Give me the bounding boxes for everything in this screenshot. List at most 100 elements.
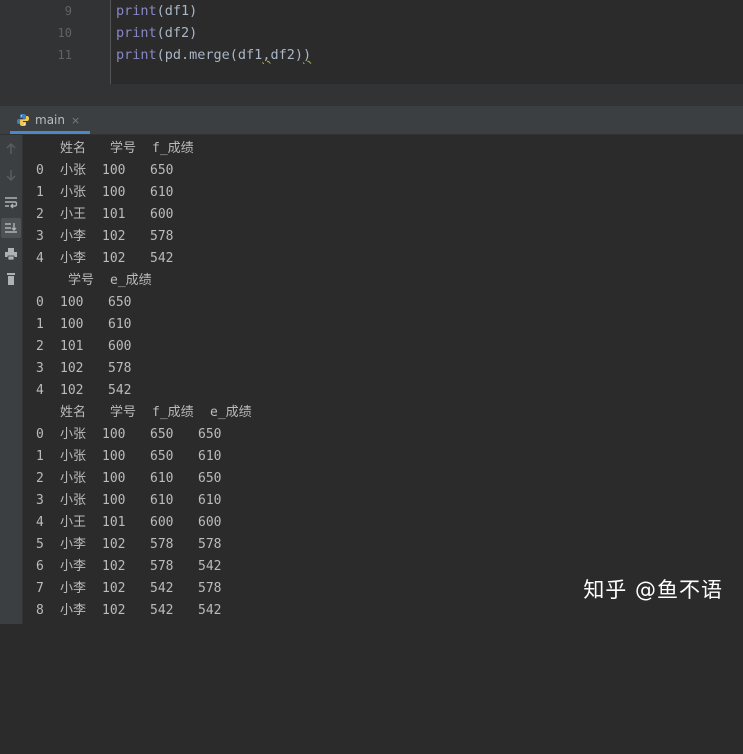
cell: 100: [60, 295, 84, 310]
print-icon[interactable]: [1, 244, 21, 264]
column-header: 姓名: [60, 405, 87, 420]
table-row: 0 100 650: [23, 292, 131, 314]
active-tab-indicator: [10, 131, 90, 134]
down-arrow-icon[interactable]: [1, 165, 21, 185]
table-row: 1 100 610: [23, 314, 131, 336]
cell: 102: [102, 603, 126, 618]
cell: 600: [150, 515, 174, 530]
row-index: 1: [36, 185, 44, 200]
cell: 102: [102, 229, 126, 244]
table-header-row: 学号 e_成绩: [23, 270, 152, 292]
cell: 542: [198, 603, 222, 618]
cell: 102: [102, 581, 126, 596]
cell: 101: [102, 207, 126, 222]
cell: 小王: [60, 515, 87, 530]
table-row: 4 102 542: [23, 380, 131, 402]
cell: 100: [102, 427, 126, 442]
python-icon: [17, 114, 29, 126]
row-index: 1: [36, 317, 44, 332]
cell: 小张: [60, 493, 87, 508]
row-index: 4: [36, 515, 44, 530]
cell: 小李: [60, 229, 87, 244]
close-icon[interactable]: ×: [71, 114, 80, 127]
trash-icon[interactable]: [1, 269, 21, 289]
soft-wrap-icon[interactable]: [1, 192, 21, 212]
table-row: 3 小李 102 578: [23, 226, 173, 248]
cell: 100: [102, 449, 126, 464]
cell: 600: [108, 339, 132, 354]
cell: 610: [150, 493, 174, 508]
up-arrow-icon[interactable]: [1, 139, 21, 159]
watermark: 知乎 @鱼不语: [583, 578, 723, 602]
tab-main[interactable]: main ×: [10, 106, 90, 134]
column-header: e_成绩: [210, 405, 252, 420]
column-header: 学号: [110, 405, 137, 420]
column-header: e_成绩: [110, 273, 152, 288]
cell: 578: [198, 581, 222, 596]
cell: 610: [198, 493, 222, 508]
cell: 610: [150, 185, 174, 200]
cell: 102: [102, 537, 126, 552]
cell: 小李: [60, 251, 87, 266]
editor-left-strip: [0, 0, 51, 106]
cell: 578: [150, 559, 174, 574]
table-row: 3 102 578: [23, 358, 131, 380]
table-row: 4 小李 102 542: [23, 248, 173, 270]
line-number: 9: [64, 4, 72, 18]
cell: 650: [108, 295, 132, 310]
column-header: 学号: [110, 141, 137, 156]
console-output[interactable]: 姓名 学号 f_成绩 0 小张 100 650 1 小张 100 610 2 小…: [23, 135, 743, 624]
row-index: 3: [36, 493, 44, 508]
table-row: 8 小李 102 542 542: [23, 600, 221, 622]
row-index: 2: [36, 471, 44, 486]
cell: 102: [60, 361, 84, 376]
cell: 578: [198, 537, 222, 552]
row-index: 0: [36, 427, 44, 442]
table-header-row: 姓名 学号 f_成绩: [23, 138, 194, 160]
cell: 578: [108, 361, 132, 376]
cell: 650: [198, 471, 222, 486]
code-area[interactable]: [111, 0, 743, 84]
cell: 102: [60, 383, 84, 398]
table-row: 7 小李 102 542 578: [23, 578, 221, 600]
line-number: 11: [57, 48, 72, 62]
cell: 578: [150, 537, 174, 552]
table-row: 4 小王 101 600 600: [23, 512, 221, 534]
row-index: 0: [36, 163, 44, 178]
code-line[interactable]: print(df1): [116, 0, 197, 22]
row-index: 2: [36, 339, 44, 354]
cell: 610: [198, 449, 222, 464]
cell: 100: [102, 163, 126, 178]
code-line[interactable]: print(df2): [116, 22, 197, 44]
cell: 650: [150, 427, 174, 442]
row-index: 4: [36, 251, 44, 266]
row-index: 3: [36, 229, 44, 244]
cell: 542: [150, 581, 174, 596]
cell: 小张: [60, 471, 87, 486]
table-row: 3 小张 100 610 610: [23, 490, 221, 512]
row-index: 6: [36, 559, 44, 574]
cell: 小李: [60, 581, 87, 596]
scroll-to-end-icon[interactable]: [1, 218, 21, 238]
cell: 542: [108, 383, 132, 398]
cell: 101: [102, 515, 126, 530]
table-row: 0 小张 100 650: [23, 160, 173, 182]
editor-bottom-area: [51, 84, 743, 106]
cell: 610: [108, 317, 132, 332]
code-line[interactable]: print(pd.merge(df1,df2)): [116, 44, 311, 66]
row-index: 5: [36, 537, 44, 552]
table-row: 5 小李 102 578 578: [23, 534, 221, 556]
row-index: 1: [36, 449, 44, 464]
cell: 100: [102, 185, 126, 200]
cell: 542: [150, 251, 174, 266]
table-row: 1 小张 100 650 610: [23, 446, 221, 468]
code-editor[interactable]: 9 print(df1) 10 print(df2) 11 print(pd.m…: [0, 0, 743, 106]
row-index: 0: [36, 295, 44, 310]
table-row: 2 小张 100 610 650: [23, 468, 221, 490]
column-header: 学号: [68, 273, 95, 288]
cell: 小李: [60, 537, 87, 552]
cell: 542: [198, 559, 222, 574]
cell: 600: [150, 207, 174, 222]
cell: 小张: [60, 163, 87, 178]
cell: 100: [102, 493, 126, 508]
